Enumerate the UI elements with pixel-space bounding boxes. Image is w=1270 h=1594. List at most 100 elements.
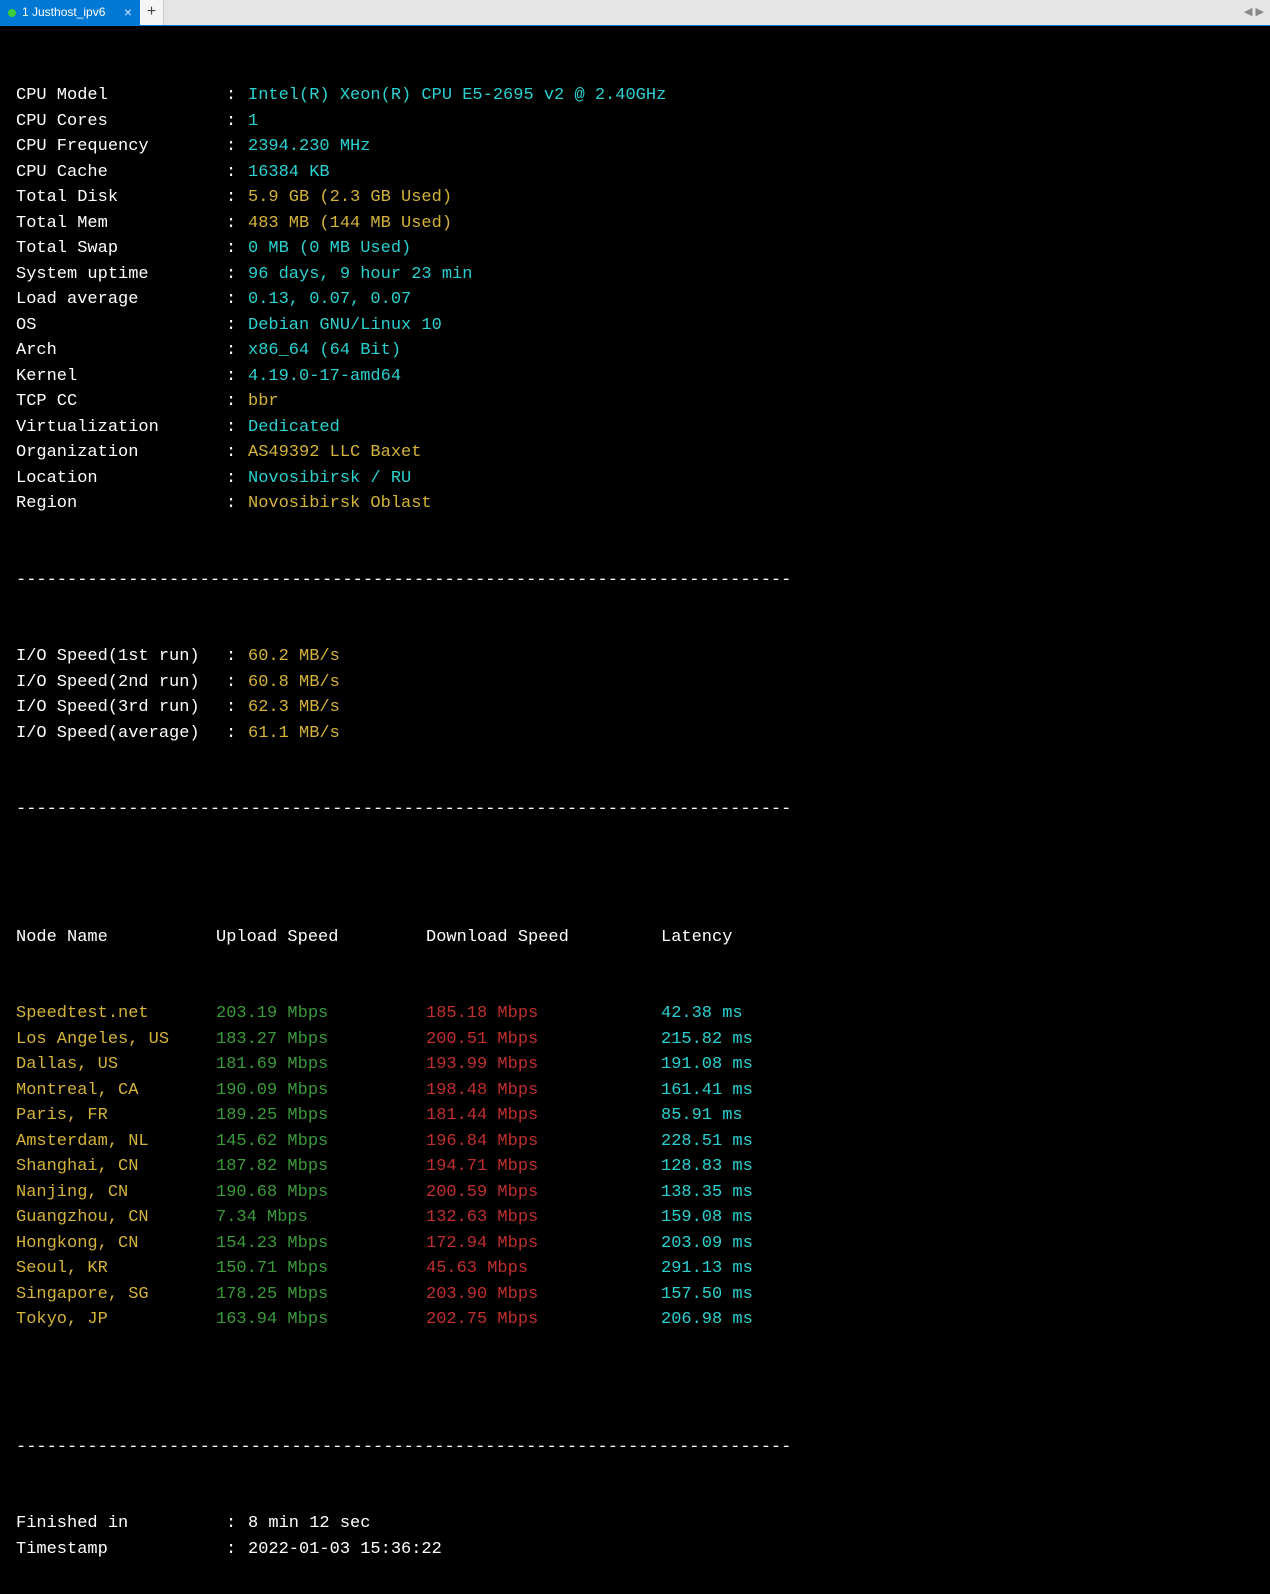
latency: 138.35 ms [661, 1180, 753, 1206]
sysinfo-row: Load average : 0.13, 0.07, 0.07 [16, 287, 1254, 313]
sysinfo-value: 4.19.0-17-amd64 [248, 364, 401, 390]
speedtest-row: Los Angeles, US183.27 Mbps200.51 Mbps215… [16, 1027, 1254, 1053]
node-name: Hongkong, CN [16, 1231, 216, 1257]
colon: : [226, 160, 248, 186]
upload-speed: 145.62 Mbps [216, 1129, 426, 1155]
speedtest-row: Montreal, CA190.09 Mbps198.48 Mbps161.41… [16, 1078, 1254, 1104]
io-label: I/O Speed(average) [16, 721, 226, 747]
sysinfo-row: Virtualization : Dedicated [16, 415, 1254, 441]
sysinfo-label: Total Swap [16, 236, 226, 262]
sysinfo-label: CPU Cache [16, 160, 226, 186]
io-row: I/O Speed(1st run) : 60.2 MB/s [16, 644, 1254, 670]
download-speed: 193.99 Mbps [426, 1052, 661, 1078]
speedtest-row: Guangzhou, CN7.34 Mbps132.63 Mbps159.08 … [16, 1205, 1254, 1231]
sysinfo-row: Region : Novosibirsk Oblast [16, 491, 1254, 517]
colon: : [226, 134, 248, 160]
colon: : [226, 1511, 248, 1537]
speedtest-row: Amsterdam, NL145.62 Mbps196.84 Mbps228.5… [16, 1129, 1254, 1155]
sysinfo-label: CPU Cores [16, 109, 226, 135]
latency: 215.82 ms [661, 1027, 753, 1053]
sysinfo-label: CPU Frequency [16, 134, 226, 160]
io-value: 60.2 MB/s [248, 644, 340, 670]
footer-value: 2022-01-03 15:36:22 [248, 1537, 442, 1563]
col-upload: Upload Speed [216, 925, 426, 951]
divider: ----------------------------------------… [16, 1435, 1254, 1461]
node-name: Nanjing, CN [16, 1180, 216, 1206]
download-speed: 200.51 Mbps [426, 1027, 661, 1053]
latency: 157.50 ms [661, 1282, 753, 1308]
upload-speed: 190.09 Mbps [216, 1078, 426, 1104]
close-icon[interactable]: × [124, 0, 132, 25]
tab-bar: 1 Justhost_ipv6 × + ◀ ▶ [0, 0, 1270, 26]
sysinfo-row: Organization : AS49392 LLC Baxet [16, 440, 1254, 466]
io-value: 62.3 MB/s [248, 695, 340, 721]
sysinfo-value: 483 MB (144 MB Used) [248, 211, 452, 237]
speedtest-row: Hongkong, CN154.23 Mbps172.94 Mbps203.09… [16, 1231, 1254, 1257]
speedtest-row: Dallas, US181.69 Mbps193.99 Mbps191.08 m… [16, 1052, 1254, 1078]
sysinfo-row: Location : Novosibirsk / RU [16, 466, 1254, 492]
tab-active[interactable]: 1 Justhost_ipv6 × [0, 0, 140, 25]
sysinfo-row: CPU Cores : 1 [16, 109, 1254, 135]
colon: : [226, 440, 248, 466]
node-name: Amsterdam, NL [16, 1129, 216, 1155]
upload-speed: 163.94 Mbps [216, 1307, 426, 1333]
sysinfo-row: CPU Model : Intel(R) Xeon(R) CPU E5-2695… [16, 83, 1254, 109]
speedtest-header: Node NameUpload SpeedDownload SpeedLaten… [16, 925, 1254, 951]
tab-title: 1 Justhost_ipv6 [22, 0, 105, 25]
latency: 291.13 ms [661, 1256, 753, 1282]
sysinfo-row: Arch : x86_64 (64 Bit) [16, 338, 1254, 364]
colon: : [226, 670, 248, 696]
speedtest-row: Nanjing, CN190.68 Mbps200.59 Mbps138.35 … [16, 1180, 1254, 1206]
divider: ----------------------------------------… [16, 797, 1254, 823]
latency: 203.09 ms [661, 1231, 753, 1257]
io-label: I/O Speed(3rd run) [16, 695, 226, 721]
colon: : [226, 364, 248, 390]
io-speed-block: I/O Speed(1st run) : 60.2 MB/s I/O Speed(… [16, 644, 1254, 746]
speedtest-table: Node NameUpload SpeedDownload SpeedLaten… [16, 874, 1254, 1384]
footer-value: 8 min 12 sec [248, 1511, 370, 1537]
download-speed: 181.44 Mbps [426, 1103, 661, 1129]
sysinfo-label: Organization [16, 440, 226, 466]
node-name: Seoul, KR [16, 1256, 216, 1282]
col-node: Node Name [16, 925, 216, 951]
download-speed: 202.75 Mbps [426, 1307, 661, 1333]
upload-speed: 189.25 Mbps [216, 1103, 426, 1129]
upload-speed: 150.71 Mbps [216, 1256, 426, 1282]
tab-scroll-arrows[interactable]: ◀ ▶ [1244, 0, 1270, 25]
sysinfo-row: OS : Debian GNU/Linux 10 [16, 313, 1254, 339]
speedtest-row: Tokyo, JP163.94 Mbps202.75 Mbps206.98 ms [16, 1307, 1254, 1333]
sysinfo-block: CPU Model : Intel(R) Xeon(R) CPU E5-2695… [16, 83, 1254, 517]
colon: : [226, 262, 248, 288]
sysinfo-value: 2394.230 MHz [248, 134, 370, 160]
colon: : [226, 695, 248, 721]
colon: : [226, 1537, 248, 1563]
colon: : [226, 109, 248, 135]
sysinfo-value: 5.9 GB (2.3 GB Used) [248, 185, 452, 211]
colon: : [226, 313, 248, 339]
divider: ----------------------------------------… [16, 568, 1254, 594]
io-value: 61.1 MB/s [248, 721, 340, 747]
colon: : [226, 236, 248, 262]
status-dot-icon [8, 9, 16, 17]
speedtest-row: Speedtest.net203.19 Mbps185.18 Mbps42.38… [16, 1001, 1254, 1027]
speedtest-row: Seoul, KR150.71 Mbps45.63 Mbps291.13 ms [16, 1256, 1254, 1282]
node-name: Singapore, SG [16, 1282, 216, 1308]
sysinfo-label: Arch [16, 338, 226, 364]
node-name: Guangzhou, CN [16, 1205, 216, 1231]
footer-label: Finished in [16, 1511, 226, 1537]
sysinfo-label: Total Disk [16, 185, 226, 211]
colon: : [226, 389, 248, 415]
sysinfo-value: 0 MB (0 MB Used) [248, 236, 411, 262]
sysinfo-label: Kernel [16, 364, 226, 390]
node-name: Los Angeles, US [16, 1027, 216, 1053]
latency: 161.41 ms [661, 1078, 753, 1104]
upload-speed: 154.23 Mbps [216, 1231, 426, 1257]
sysinfo-row: System uptime : 96 days, 9 hour 23 min [16, 262, 1254, 288]
new-tab-button[interactable]: + [140, 0, 164, 25]
download-speed: 203.90 Mbps [426, 1282, 661, 1308]
colon: : [226, 83, 248, 109]
latency: 206.98 ms [661, 1307, 753, 1333]
speedtest-row: Paris, FR189.25 Mbps181.44 Mbps85.91 ms [16, 1103, 1254, 1129]
sysinfo-label: Load average [16, 287, 226, 313]
sysinfo-label: CPU Model [16, 83, 226, 109]
